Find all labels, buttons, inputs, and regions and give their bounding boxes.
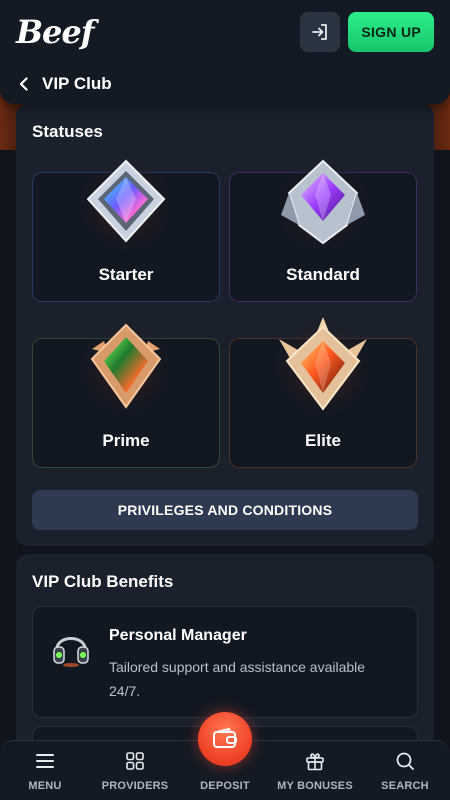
nav-label: SEARCH <box>381 780 429 792</box>
benefits-title: VIP Club Benefits <box>32 572 174 591</box>
nav-item-search[interactable]: SEARCH <box>360 741 450 800</box>
nav-label: MY BONUSES <box>277 780 353 792</box>
benefit-title: Personal Manager <box>109 627 247 644</box>
status-tile-prime[interactable]: Prime <box>32 323 220 468</box>
menu-icon <box>35 751 55 771</box>
nav-item-menu[interactable]: MENU <box>0 741 90 800</box>
status-name: Elite <box>305 431 341 450</box>
statuses-section: Statuses Starter Standard Prime Elite PR… <box>16 104 434 546</box>
header-actions: SIGN UP <box>300 12 434 52</box>
nav-label: MENU <box>28 780 62 792</box>
page-title: VIP Club <box>42 74 112 93</box>
status-name: Starter <box>98 265 154 284</box>
benefit-description: Tailored support and assistance availabl… <box>109 659 366 699</box>
search-icon <box>395 751 415 771</box>
benefit-item-personal-manager: Personal Manager Tailored support and as… <box>32 606 418 718</box>
signup-button[interactable]: SIGN UP <box>348 12 434 52</box>
status-name: Standard <box>286 265 360 284</box>
status-tile-standard[interactable]: Standard <box>229 159 417 302</box>
top-header: Beef SIGN UP <box>0 0 450 64</box>
nav-label: DEPOSIT <box>200 780 250 792</box>
status-tile-elite[interactable]: Elite <box>229 317 417 468</box>
status-tile-starter[interactable]: Starter <box>32 159 220 302</box>
wallet-icon <box>213 728 237 748</box>
starter-gem-icon <box>80 159 172 251</box>
nav-item-my-bonuses[interactable]: MY BONUSES <box>270 741 360 800</box>
privileges-and-conditions-button[interactable]: PRIVILEGES AND CONDITIONS <box>32 490 418 530</box>
prime-gem-icon <box>80 323 172 415</box>
standard-gem-icon <box>277 159 369 251</box>
deposit-button[interactable] <box>198 712 252 766</box>
login-button[interactable] <box>300 12 341 52</box>
nav-label: PROVIDERS <box>101 780 169 792</box>
chevron-left-icon[interactable] <box>18 76 34 92</box>
elite-gem-icon <box>275 317 371 415</box>
status-name: Prime <box>102 431 150 450</box>
gift-icon <box>305 751 325 771</box>
login-arrow-icon <box>312 24 328 40</box>
logo[interactable]: Beef <box>16 13 95 51</box>
nav-item-providers[interactable]: PROVIDERS <box>90 741 180 800</box>
page-subheader: VIP Club <box>0 64 450 104</box>
headset-icon <box>53 637 89 667</box>
grid-icon <box>126 751 144 771</box>
statuses-title: Statuses <box>32 122 103 141</box>
